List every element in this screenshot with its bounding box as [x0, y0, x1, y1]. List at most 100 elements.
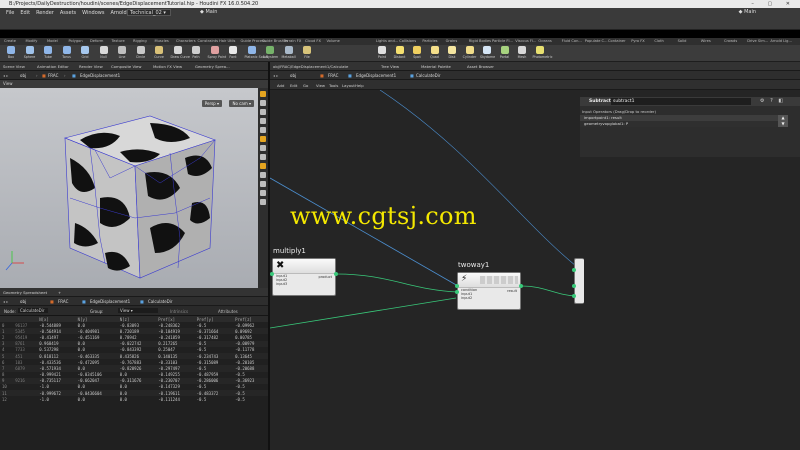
shelf-tool[interactable]: Distant [393, 46, 407, 61]
shelf-tab[interactable]: Model [47, 39, 58, 43]
shelf-tab[interactable]: Hair Utils [219, 39, 235, 43]
menu-item[interactable]: File [6, 10, 14, 16]
output-connector[interactable] [519, 284, 523, 288]
shelf-tool[interactable]: File [300, 46, 314, 61]
shelf-tool[interactable]: Disk [445, 46, 459, 61]
shelf-tool[interactable]: Spray Paint [208, 46, 226, 61]
light-icon[interactable] [260, 172, 266, 178]
pane-tab[interactable]: Animation Editor [37, 64, 69, 69]
shelf-tab[interactable]: Cloud FX [305, 39, 321, 43]
network-menu-item[interactable]: Go [303, 83, 308, 88]
shelf-tool[interactable]: Metaball [282, 46, 296, 61]
shelf-tool[interactable]: Spot [410, 46, 424, 61]
shelf-tool[interactable]: Box [4, 46, 18, 61]
shelf-tool[interactable]: Line [115, 46, 129, 61]
multiply-output[interactable]: product [319, 275, 332, 279]
shelf-tool[interactable]: Draw Curve [171, 46, 190, 61]
tab-geometry-spreadsheet[interactable]: Geometry Spreadsheet [3, 290, 47, 295]
path-node[interactable]: EdgeDisplacement1 [90, 299, 130, 304]
shelf-tab[interactable]: Container [608, 39, 626, 43]
shelf-tab[interactable]: Pyro FX [631, 39, 645, 43]
path-frac[interactable]: FRAC [328, 73, 338, 78]
table-row[interactable]: 12 -1.0 0.0 0.0 -0.111244 -0.5 -0.5 [0, 396, 268, 402]
shelf-tab[interactable]: Lights and... [376, 39, 398, 43]
shelf-tab[interactable]: Arnold Lig... [770, 39, 791, 43]
input-connector[interactable] [572, 284, 576, 288]
output-connector[interactable] [334, 272, 338, 276]
pane-tab[interactable]: Material Palette [421, 64, 451, 69]
brush-tool-icon[interactable] [260, 163, 266, 169]
path-obj[interactable]: obj [20, 73, 26, 78]
shelf-tab[interactable]: Populate C... [585, 39, 608, 43]
shelf-tool[interactable]: Sphere [23, 46, 37, 61]
shelf-tab[interactable]: Drive Sim... [747, 39, 768, 43]
back-icon[interactable]: ◂ ▸ [273, 73, 278, 78]
shelf-tool[interactable]: Platonic Solids [245, 46, 268, 61]
shelf-tab[interactable]: Viscous Fl... [515, 39, 536, 43]
menu-item[interactable]: Assets [60, 10, 76, 16]
move-tool-icon[interactable] [260, 100, 266, 106]
pane-tab[interactable]: Asset Browser [467, 64, 494, 69]
pane-tab[interactable]: obj/FRAC/EdgeDisplacement1/Calculate [273, 64, 348, 69]
input-connector[interactable] [270, 272, 274, 276]
pane-tab[interactable]: Scene View [3, 64, 25, 69]
shelf-tool[interactable]: Quad [428, 46, 442, 61]
shelf-tab[interactable]: Muscles [155, 39, 169, 43]
twoway-flags[interactable] [480, 276, 518, 284]
view-select[interactable]: View ▾ [118, 308, 158, 313]
select-tool-icon[interactable] [260, 91, 266, 97]
shelf-tool[interactable]: Point [375, 46, 389, 61]
pane-tab[interactable]: Tree View [381, 64, 399, 69]
rotate-tool-icon[interactable] [260, 109, 266, 115]
shelf-tool[interactable]: Curve [152, 46, 166, 61]
shelf-tab[interactable]: Deform [90, 39, 103, 43]
shelf-tab[interactable]: Particle Fl... [492, 39, 513, 43]
right-main-context[interactable]: ◆ Main [739, 9, 756, 15]
shelf-tool[interactable]: Photometric [533, 46, 553, 61]
pane-tab[interactable]: Geometry Sprea... [195, 64, 230, 69]
attributes-select[interactable]: Attributes [218, 309, 238, 314]
network-menu-item[interactable]: Layout [342, 83, 355, 88]
network-menu-item[interactable]: Help [355, 83, 364, 88]
display-icon[interactable] [260, 199, 266, 205]
pane-tab[interactable]: Motion FX View [153, 64, 182, 69]
gear-icon[interactable]: ⚙ ? ◧ [760, 98, 785, 104]
back-icon[interactable]: ◂ ▸ [3, 73, 8, 78]
path-leaf[interactable]: CalculateDir [148, 299, 173, 304]
handle-tool-icon[interactable] [260, 136, 266, 142]
render-icon[interactable] [260, 190, 266, 196]
reorder-arrows-icon[interactable]: ▲ ▼ [778, 115, 788, 127]
shelf-tool[interactable]: Mesh [515, 46, 529, 61]
pose-tool-icon[interactable] [260, 127, 266, 133]
back-icon[interactable]: ◂ ▸ [3, 299, 8, 304]
scale-tool-icon[interactable] [260, 118, 266, 124]
path-leaf[interactable]: CalculateDir [416, 73, 441, 78]
shelf-tab[interactable]: Wires [701, 39, 711, 43]
network-menu-item[interactable]: Edit [290, 83, 297, 88]
add-tab-icon[interactable]: + [58, 290, 61, 295]
input-connector[interactable] [455, 290, 459, 294]
network-menu-item[interactable]: View [316, 83, 325, 88]
shelf-tool[interactable]: Portal [498, 46, 512, 61]
input-operator-row[interactable]: geometryvopglobal1: P [580, 121, 780, 127]
shelf-tab[interactable]: Solid [678, 39, 687, 43]
shelf-tool[interactable]: Cylinder [463, 46, 477, 61]
shelf-tool[interactable]: Circle [134, 46, 148, 61]
twoway-node[interactable]: ⚡ condition input1 input2 result [457, 272, 521, 310]
shelf-tool[interactable]: Torus [60, 46, 74, 61]
path-frac[interactable]: FRAC [48, 73, 58, 78]
network-menu-item[interactable]: Tools [329, 83, 338, 88]
path-node[interactable]: EdgeDisplacement1 [356, 73, 396, 78]
shelf-tab[interactable]: Characters [176, 39, 196, 43]
menu-item[interactable]: Windows [82, 10, 104, 16]
multiply-input-3[interactable]: input3 [273, 282, 335, 286]
path-obj[interactable]: obj [290, 73, 296, 78]
snap-icon[interactable] [260, 154, 266, 160]
shelf-tab[interactable]: Collisions [399, 39, 416, 43]
shelf-tab[interactable]: Cloth [654, 39, 663, 43]
shelf-tool[interactable]: Null [97, 46, 111, 61]
window-controls[interactable]: – ▢ ✕ [751, 0, 796, 8]
input-connector[interactable] [455, 284, 459, 288]
multiply-node[interactable]: ✖ input1 input2 input3 product [272, 258, 336, 296]
shelf-tab[interactable]: Crowds [724, 39, 737, 43]
